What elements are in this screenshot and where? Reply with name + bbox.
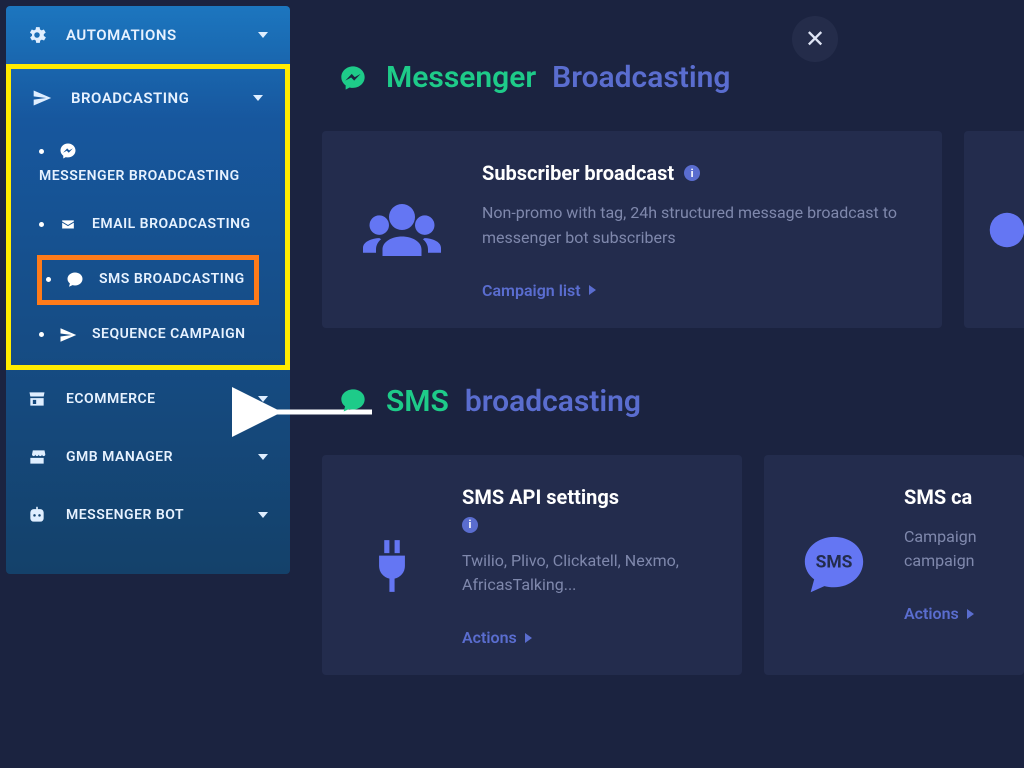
messenger-icon [58,141,78,161]
link-text: Campaign list [482,281,581,300]
card-link-actions[interactable]: Actions [904,604,994,623]
title-part-a: SMS [386,384,449,419]
chevron-down-icon [258,32,268,38]
card-title-text: Subscriber broadcast [482,161,674,185]
card-partial-right-1[interactable] [964,131,1024,328]
users-icon [352,161,452,300]
svg-text:SMS: SMS [816,552,853,572]
card-link-actions[interactable]: Actions [462,628,712,647]
section-title: Messenger Broadcasting [336,60,1024,95]
info-icon[interactable]: i [684,165,700,181]
sidebar: AUTOMATIONS BROADCASTING MESSENGER BROAD… [6,6,290,574]
chevron-right-icon [525,633,532,643]
info-icon[interactable]: i [462,517,478,533]
card-description: Non-promo with tag, 24h structured messa… [482,201,912,251]
icon-placeholder [982,161,1024,300]
plug-icon [352,485,432,648]
subitem-label: MESSENGER BROADCASTING [39,167,240,187]
card-title: Subscriber broadcast i [482,161,912,185]
card-description: Campaign campaign [904,525,994,575]
sidebar-subitem-sms-broadcasting[interactable]: SMS BROADCASTING [42,264,254,296]
chevron-down-icon [258,396,268,402]
chevron-down-icon [253,95,263,101]
nav-label: GMB MANAGER [66,449,173,465]
sidebar-subitem-sequence-campaign[interactable]: SEQUENCE CAMPAIGN [11,311,285,359]
main-content: ✕ Messenger Broadcasting Subscriber broa… [300,0,1024,768]
sms-bubble-icon [336,384,370,418]
chevron-right-icon [967,609,974,619]
paper-plane-icon [58,325,78,345]
title-part-b: Broadcasting [552,60,730,95]
title-part-a: Messenger [386,60,536,95]
bullet-icon [39,149,44,154]
storefront-icon [26,446,48,468]
section-messenger-broadcasting: Messenger Broadcasting Subscriber broadc… [300,60,1024,328]
sidebar-item-messenger-bot[interactable]: MESSENGER BOT [6,486,290,544]
card-title: SMS API settings [462,485,712,509]
title-part-b: broadcasting [465,384,641,419]
nav-label: BROADCASTING [71,89,189,107]
highlight-yellow: BROADCASTING MESSENGER BROADCASTING EMAI… [6,64,290,370]
section-title: SMS broadcasting [336,384,1024,419]
highlight-orange: SMS BROADCASTING [37,255,259,305]
sms-bubble-icon [65,270,85,290]
sms-bubble-icon: SMS [794,485,874,648]
nav-label: MESSENGER BOT [66,507,184,523]
sidebar-item-broadcasting[interactable]: BROADCASTING [11,69,285,127]
nav-label: ECOMMERCE [66,391,156,407]
card-sms-campaign[interactable]: SMS SMS ca Campaign campaign Actions [764,455,1024,676]
bullet-icon [39,332,44,337]
card-subscriber-broadcast[interactable]: Subscriber broadcast i Non-promo with ta… [322,131,942,328]
subitem-label: EMAIL BROADCASTING [92,215,251,235]
link-text: Actions [462,628,517,647]
sidebar-item-ecommerce[interactable]: ECOMMERCE [6,370,290,428]
envelope-icon [58,215,78,235]
chevron-right-icon [589,285,596,295]
card-title-text: SMS ca [904,485,972,509]
sidebar-subitem-email-broadcasting[interactable]: EMAIL BROADCASTING [11,201,285,249]
sidebar-subitem-messenger-broadcasting[interactable]: MESSENGER BROADCASTING [11,127,285,201]
close-button[interactable]: ✕ [792,16,838,62]
chevron-down-icon [258,512,268,518]
messenger-icon [336,61,370,95]
nav-label: AUTOMATIONS [66,26,177,44]
subitem-label: SEQUENCE CAMPAIGN [92,325,246,345]
card-description: Twilio, Plivo, Clickatell, Nexmo, Africa… [462,549,712,599]
bullet-icon [46,277,51,282]
close-icon: ✕ [805,27,825,51]
card-sms-api-settings[interactable]: SMS API settings i Twilio, Plivo, Clicka… [322,455,742,676]
subitem-label: SMS BROADCASTING [99,270,245,290]
sidebar-item-automations[interactable]: AUTOMATIONS [6,6,290,64]
bullet-icon [39,222,44,227]
link-text: Actions [904,604,959,623]
gears-icon [26,24,48,46]
card-title-text: SMS API settings [462,485,619,509]
paper-plane-icon [31,87,53,109]
chevron-down-icon [258,454,268,460]
sidebar-item-gmb-manager[interactable]: GMB MANAGER [6,428,290,486]
card-link-campaign-list[interactable]: Campaign list [482,281,912,300]
store-icon [26,388,48,410]
section-sms-broadcasting: SMS broadcasting SMS API settings i Twil… [300,384,1024,676]
robot-icon [26,504,48,526]
card-title: SMS ca [904,485,994,509]
